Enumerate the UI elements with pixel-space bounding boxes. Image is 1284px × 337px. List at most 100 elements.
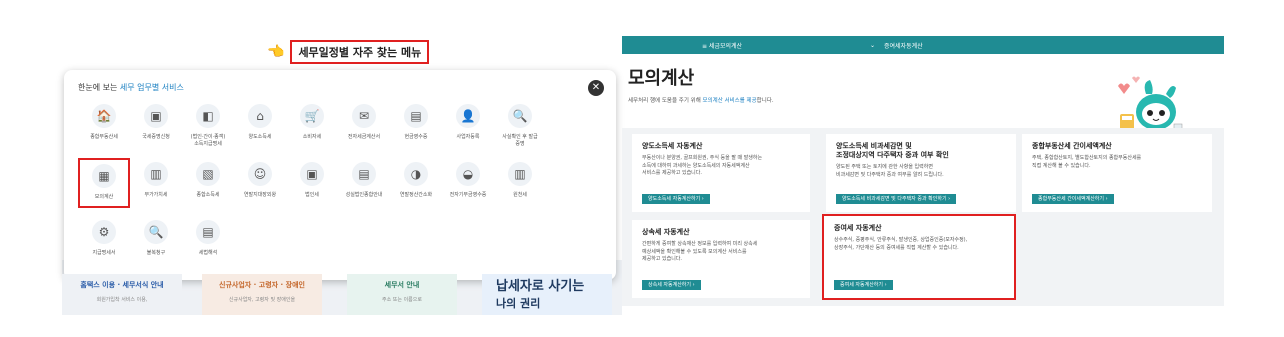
magnifier-icon: 🔍: [508, 104, 532, 128]
service-card-capital-gains-tax: 양도소득세 자동계산 부동산이나 분양권, 골프회원권, 주식 등을 팔 때 발…: [632, 134, 810, 212]
service-card-title: 양도소득세 자동계산: [642, 142, 703, 150]
book-icon: ▤: [196, 220, 220, 244]
top-nav-bar: ≡ 세금모의계산 ⌄ 증여세자동계산: [622, 36, 1224, 54]
service-card-title: 양도소득세 비과세감면 및 조정대상지역 다주택자 중과 여부 확인: [836, 142, 949, 160]
service-grid-empty-slot: [546, 100, 598, 150]
service-item-label: 원천세: [513, 192, 527, 198]
service-item-label: 양도소득세: [248, 134, 272, 140]
service-item-comprehensive-property-tax[interactable]: 🏠 종합부동산세: [78, 100, 130, 150]
non-taxation-check-button[interactable]: 양도소득세 비과세감면 및 다주택자 중과 확인하기 ›: [836, 194, 957, 204]
popup-header-prefix: 한눈에 보는: [78, 83, 120, 92]
promo-title-label[interactable]: 세무일정별 자주 찾는 메뉴: [290, 40, 430, 64]
donation-icon: ◒: [456, 162, 480, 186]
service-item-payment-statement[interactable]: ⚙ 지급명세서: [78, 216, 130, 266]
service-item-simulation-calculation[interactable]: ▦ 모의계산: [78, 158, 130, 208]
service-card-gift-tax: 증여세 자동계산 상수주식, 증평주식, 안류주식, 발생인증, 상업증인증(모…: [822, 214, 1016, 300]
page-description-suffix: 합니다.: [756, 98, 774, 104]
popup-header: 한눈에 보는 세무 업무별 서비스: [78, 82, 184, 93]
service-item-label: 종합부동산세: [90, 134, 118, 140]
service-card-desc: 주택, 종합합산토지, 별도합산토지의 종합부동산세를 직접 계산해 볼 수 있…: [1032, 155, 1142, 169]
service-item-year-end[interactable]: ☺ 연말지대장외왕: [234, 158, 286, 208]
info-card-title: 세무서 안내: [384, 281, 420, 289]
document-icon: ▥: [144, 162, 168, 186]
service-item-income-payment-statement[interactable]: ◧ (법인·간이·종객) 소득지급명세: [182, 100, 234, 150]
simulation-page: ≡ 세금모의계산 ⌄ 증여세자동계산 모의계산 세무처리 행에 도움을 주기 위…: [622, 36, 1224, 306]
service-card-desc: 상수주식, 증평주식, 안류주식, 발생인증, 상업증인증(모자수정), 상장주…: [834, 237, 968, 251]
service-item-vat[interactable]: ▥ 부가가치세: [130, 158, 182, 208]
service-item-business-registration[interactable]: 👤 사업자등록: [442, 100, 494, 150]
document-icon: ▥: [508, 162, 532, 186]
service-item-label: 국세증명신청: [142, 134, 170, 140]
info-card-subtitle: 주소 또는 이름으로: [382, 297, 422, 303]
service-item-label: 세법해석: [198, 250, 218, 256]
envelope-icon: ✉: [352, 104, 376, 128]
service-item-fact-confirmation-certificate[interactable]: 🔍 사실확인 후 발급 증명: [494, 100, 546, 150]
service-item-year-end-simplified[interactable]: ◑ 연말정산간소화: [390, 158, 442, 208]
service-item-comprehensive-income-tax[interactable]: ▧ 종합소득세: [182, 158, 234, 208]
service-card-desc: 부동산이나 분양권, 골프회원권, 주식 등을 팔 때 발생하는 소득에 대하여…: [642, 155, 763, 177]
service-card-comprehensive-property-tax: 종합부동산세 간이세액계산 주택, 종합합산토지, 별도합산토지의 종합부동산세…: [1022, 134, 1212, 212]
heart-icon: [1118, 83, 1130, 94]
smile-icon: ☺: [248, 162, 272, 186]
service-item-label: 전자세금계산서: [347, 134, 381, 140]
close-button[interactable]: ✕: [588, 80, 604, 96]
document-icon: ▧: [196, 162, 220, 186]
house-icon: 🏠: [92, 104, 116, 128]
service-item-e-tax-invoice[interactable]: ✉ 전자세금계산서: [338, 100, 390, 150]
service-item-corporate-tax[interactable]: ▣ 법인세: [286, 158, 338, 208]
cart-icon: 🛒: [300, 104, 324, 128]
info-card-subtitle: 신규사업자, 고령자 및 장애인을: [228, 297, 296, 303]
receipt-icon: ▤: [404, 104, 428, 128]
hometax-menu-panel: 👈 세무일정별 자주 찾는 메뉴 한눈에 보는 세무 업무별 서비스 ✕ 🏠 종합…: [62, 30, 622, 315]
service-item-label: 종합소득세: [196, 192, 220, 198]
service-card-title: 증여세 자동계산: [834, 224, 882, 232]
info-card-taxpayer-rights[interactable]: 납세자로 사기는 나의 권리: [482, 274, 612, 315]
service-item-label: 법인세: [305, 192, 319, 198]
chevron-down-icon[interactable]: ⌄: [870, 42, 875, 49]
home-icon: ⌂: [248, 104, 272, 128]
nav-menu-simulation[interactable]: ≡ 세금모의계산: [702, 41, 742, 50]
pointing-hand-icon: 👈: [267, 44, 285, 60]
service-item-appeal[interactable]: 🔍 불복청구: [130, 216, 182, 266]
inheritance-calc-button[interactable]: 상속세 자동계산하기 ›: [642, 280, 701, 290]
calculator-icon: ▦: [92, 164, 116, 188]
info-card-new-business[interactable]: 신규사업자 · 고령자 · 장애인 신규사업자, 고령자 및 장애인을: [202, 274, 322, 315]
info-card-hometax-guide[interactable]: 홈택스 이용 · 세무서식 안내 회원가입착 서비스 이용,: [62, 274, 182, 315]
promo-title: 👈 세무일정별 자주 찾는 메뉴: [267, 40, 430, 64]
heart-icon: [1132, 76, 1140, 83]
info-card-title: 납세자로 사기는: [496, 279, 585, 294]
service-item-tax-interpretation[interactable]: ▤ 세법해석: [182, 216, 234, 266]
service-card-title: 상속세 자동계산: [642, 228, 690, 236]
service-item-consumption-tax[interactable]: 🛒 소비자세: [286, 100, 338, 150]
service-card-desc: 간편하게 증여할 상속재산 정보를 입력하여 미리 상속세 예상세액을 확인해볼…: [642, 241, 758, 263]
service-item-label: 사실확인 후 발급 증명: [502, 134, 538, 147]
info-card-tax-office[interactable]: 세무서 안내 주소 또는 이름으로: [347, 274, 457, 315]
capital-gains-calc-button[interactable]: 양도소득세 자동계산하기 ›: [642, 194, 710, 204]
service-item-label: 연말지대장외왕: [243, 192, 277, 198]
info-card-subtitle: 회원가입착 서비스 이용,: [96, 297, 148, 303]
info-cards-row: 홈택스 이용 · 세무서식 안내 회원가입착 서비스 이용, 신규사업자 · 고…: [62, 274, 622, 315]
service-item-label: 소비자세: [302, 134, 322, 140]
magnifier-icon: 🔍: [144, 220, 168, 244]
service-card-inheritance-tax: 상속세 자동계산 간편하게 증여할 상속재산 정보를 입력하여 미리 상속세 예…: [632, 220, 810, 298]
service-item-withholding-tax[interactable]: ▥ 원천세: [494, 158, 546, 208]
service-item-faithful-corporation[interactable]: ▤ 성실법인종합안내: [338, 158, 390, 208]
service-item-label: 전자기부금영수증: [449, 192, 487, 198]
page-description-prefix: 세무처리 행에 도움을 주기 위해: [628, 98, 703, 104]
service-item-cash-receipt[interactable]: ▤ 현금영수증: [390, 100, 442, 150]
nav-menu-gift-tax[interactable]: 증여세자동계산: [884, 41, 923, 50]
service-item-tax-certificate[interactable]: ▣ 국세증명신청: [130, 100, 182, 150]
service-card-title: 종합부동산세 간이세액계산: [1032, 142, 1112, 150]
property-tax-calc-button[interactable]: 종합부동산세 간이세액계산하기 ›: [1032, 194, 1114, 204]
service-grid: 🏠 종합부동산세 ▣ 국세증명신청 ◧ (법인·간이·종객) 소득지급명세 ⌂ 양도소득…: [78, 100, 598, 266]
gift-tax-calc-button[interactable]: 증여세 자동계산하기 ›: [834, 280, 893, 290]
service-card-non-taxation-check: 양도소득세 비과세감면 및 조정대상지역 다주택자 중과 여부 확인 양도된 주…: [826, 134, 1016, 212]
service-item-label: 부가가치세: [144, 192, 168, 198]
service-item-label: 연말정산간소화: [399, 192, 433, 198]
service-item-capital-gains-tax[interactable]: ⌂ 양도소득세: [234, 100, 286, 150]
service-card-desc: 양도된 주택 또는 토지에 관한 사항을 입력하면 비과세감면 및 다주택자 중…: [836, 164, 944, 178]
info-card-title: 홈택스 이용 · 세무서식 안내: [80, 281, 164, 289]
service-item-e-donation-receipt[interactable]: ◒ 전자기부금영수증: [442, 158, 494, 208]
service-popup: 한눈에 보는 세무 업무별 서비스 ✕ 🏠 종합부동산세 ▣ 국세증명신청 ◧ (법인…: [64, 70, 616, 280]
info-card-title: 신규사업자 · 고령자 · 장애인: [219, 281, 305, 289]
